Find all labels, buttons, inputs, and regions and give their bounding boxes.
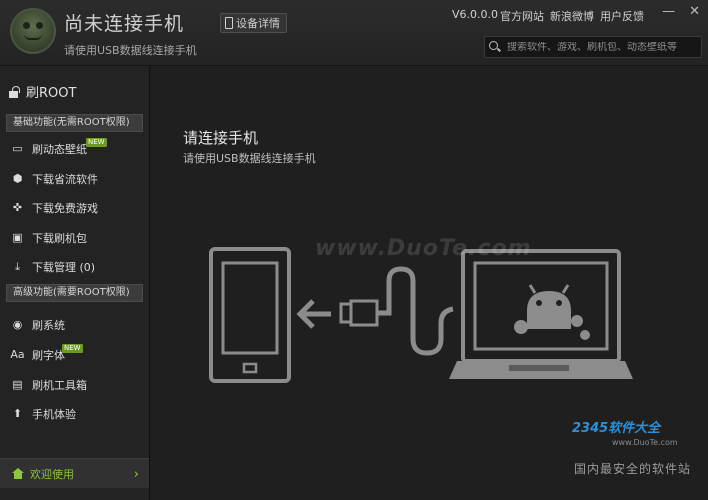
footer-url: www.DuoTe.com: [612, 438, 678, 447]
sidebar-item-save-data-apps[interactable]: ⬢ 下载省流软件: [0, 164, 149, 193]
device-details-label: 设备详情: [236, 17, 280, 30]
search-box: [484, 36, 702, 58]
sidebar-item-label: 刷机工具箱: [32, 378, 87, 392]
sidebar: 刷ROOT 基础功能(无需ROOT权限) ▭ 刷动态壁纸 NEW ⬢ 下载省流软…: [0, 66, 150, 500]
app-logo-icon: [10, 8, 56, 54]
sidebar-item-downloads[interactable]: ⤓ 下载管理 (0): [0, 252, 149, 281]
package-icon: ▣: [12, 231, 23, 244]
minimize-icon[interactable]: —: [662, 4, 675, 19]
version-label: V6.0.0.0: [452, 8, 499, 21]
weibo-link[interactable]: 新浪微博: [550, 8, 594, 24]
sidebar-item-label: 下载管理 (0): [32, 260, 96, 274]
toolbox-icon: ▤: [12, 378, 23, 391]
title-bar: 尚未连接手机 请使用USB数据线连接手机 设备详情 V6.0.0.0 官方网站 …: [0, 0, 708, 66]
phone-outline-icon: [209, 247, 291, 383]
sidebar-item-label: 下载省流软件: [32, 172, 98, 186]
welcome-label: 欢迎使用: [30, 467, 74, 481]
footer-brand: 2345软件大全: [572, 421, 661, 436]
sidebar-item-free-games[interactable]: ✜ 下载免费游戏: [0, 193, 149, 222]
sidebar-item-live-wallpaper[interactable]: ▭ 刷动态壁纸 NEW: [0, 134, 149, 163]
connect-phone-subtitle: 请使用USB数据线连接手机: [183, 152, 316, 165]
new-badge: NEW: [86, 138, 107, 147]
usb-cable-icon: [339, 266, 454, 356]
root-label: 刷ROOT: [26, 86, 77, 101]
feedback-link[interactable]: 用户反馈: [600, 8, 644, 24]
sidebar-item-label: 下载刷机包: [32, 231, 87, 245]
gamepad-icon: ✜: [12, 201, 23, 214]
sidebar-item-toolbox[interactable]: ▤ 刷机工具箱: [0, 370, 149, 399]
phone-icon: [225, 17, 233, 29]
connect-usb-illustration: [209, 247, 633, 383]
top-links: 官方网站 新浪微博 用户反馈: [500, 8, 644, 24]
window-controls: — ✕: [662, 4, 700, 19]
chevron-right-icon: ›: [133, 467, 139, 482]
sidebar-item-rom-packages[interactable]: ▣ 下载刷机包: [0, 223, 149, 252]
welcome-button[interactable]: 欢迎使用 ›: [0, 458, 149, 488]
sidebar-item-root[interactable]: 刷ROOT: [8, 82, 76, 101]
section-advanced-header: 高级功能(需要ROOT权限): [6, 284, 143, 302]
section-basic-header: 基础功能(无需ROOT权限): [6, 114, 143, 132]
connect-phone-title: 请连接手机: [183, 129, 259, 147]
arrow-left-icon: [296, 299, 331, 329]
device-details-button[interactable]: 设备详情: [220, 13, 287, 33]
font-icon: Aa: [10, 348, 25, 361]
connection-status-subtitle: 请使用USB数据线连接手机: [64, 44, 197, 57]
sidebar-item-label: 刷系统: [32, 318, 65, 332]
sidebar-item-phone-experience[interactable]: ⬆ 手机体验: [0, 399, 149, 428]
main-panel: 请连接手机 请使用USB数据线连接手机 www.DuoTe.com 2345软件…: [150, 66, 708, 500]
home-icon: [12, 468, 24, 479]
sidebar-item-label: 手机体验: [32, 407, 76, 421]
sidebar-item-flash-font[interactable]: Aa 刷字体 NEW: [0, 340, 149, 369]
unlock-icon: [8, 85, 20, 98]
watermark-text: www.DuoTe.com: [315, 236, 532, 261]
wallpaper-icon: ▭: [12, 142, 23, 155]
sidebar-item-label: 刷动态壁纸: [32, 142, 87, 156]
sidebar-item-label: 刷字体: [32, 348, 65, 362]
android-robot-icon: [514, 284, 590, 340]
search-input[interactable]: [507, 41, 697, 53]
close-icon[interactable]: ✕: [689, 4, 700, 19]
connection-status-title: 尚未连接手机: [64, 13, 185, 35]
footer-slogan: 国内最安全的软件站: [574, 462, 692, 476]
sidebar-item-flash-system[interactable]: ◉ 刷系统: [0, 310, 149, 339]
experience-icon: ⬆: [12, 407, 23, 420]
download-icon: ⤓: [15, 259, 20, 273]
new-badge: NEW: [62, 344, 83, 353]
system-icon: ◉: [12, 318, 23, 331]
box-icon: ⬢: [12, 172, 23, 185]
search-icon[interactable]: [489, 41, 501, 53]
sidebar-item-label: 下载免费游戏: [32, 201, 98, 215]
official-site-link[interactable]: 官方网站: [500, 8, 544, 24]
